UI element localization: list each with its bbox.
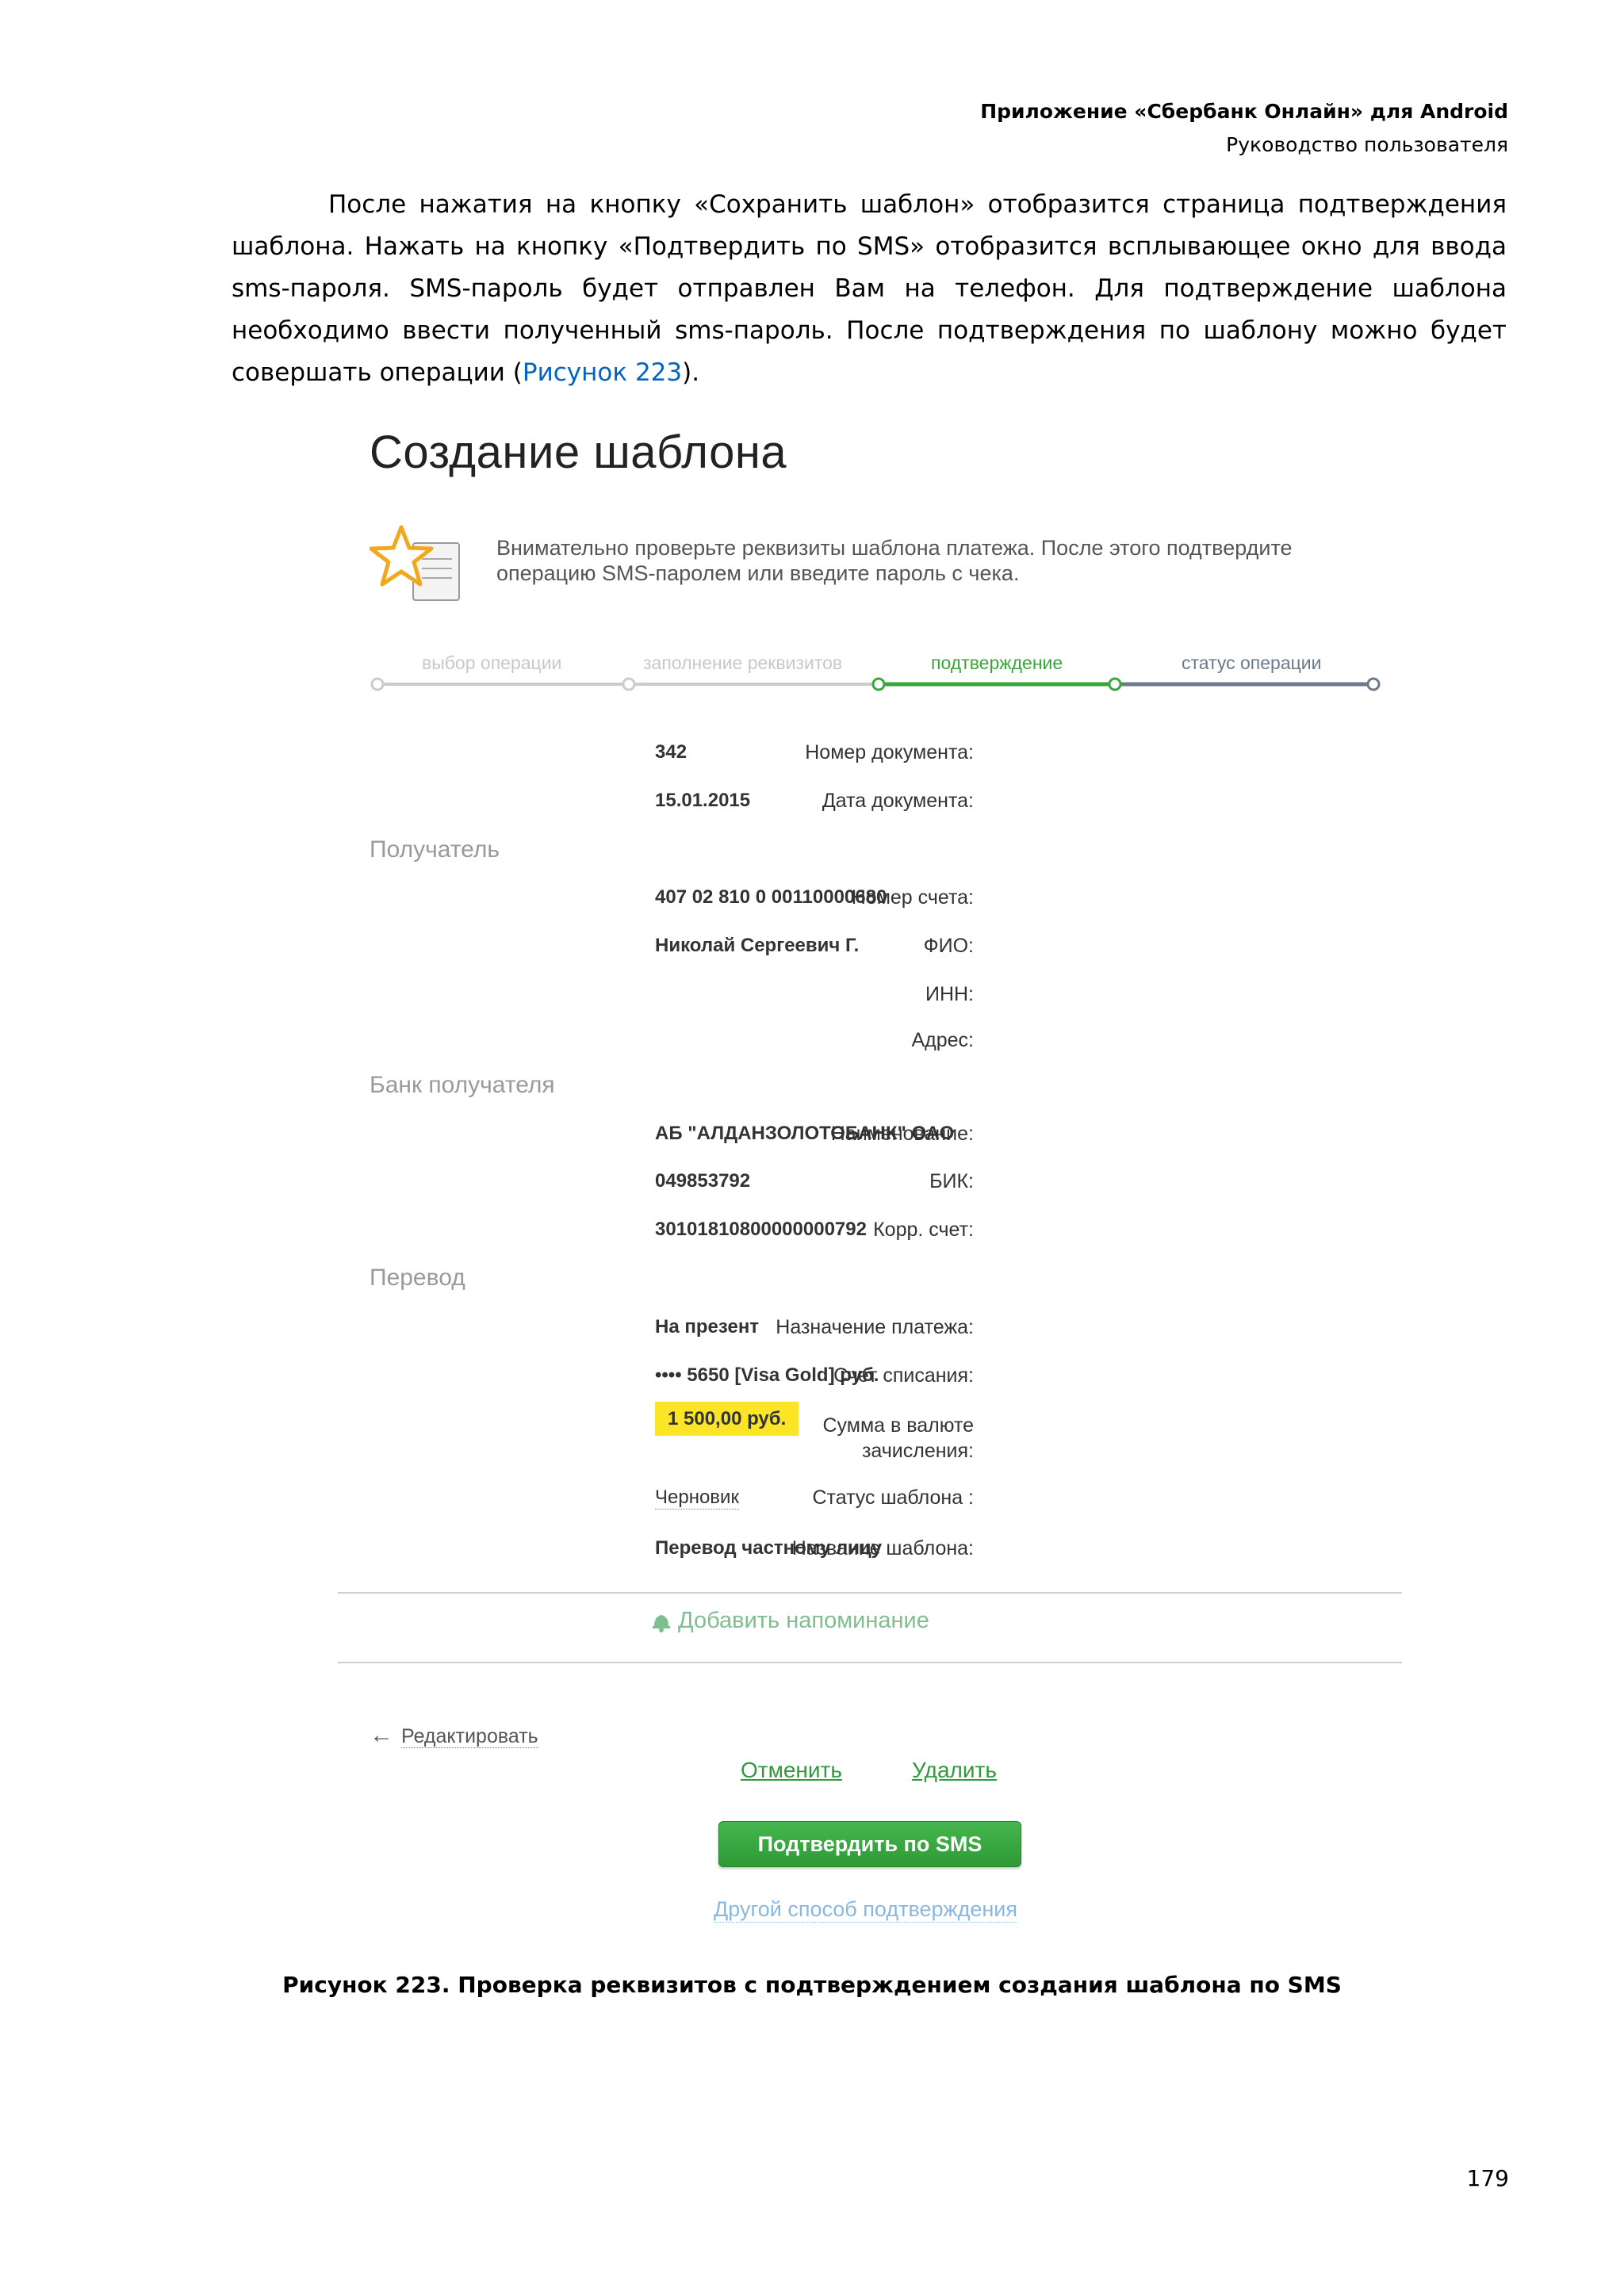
label-bik: БИК: (929, 1170, 974, 1192)
row-inn: ИНН: (338, 983, 1402, 1023)
row-template-status: Статус шаблона : Черновик (338, 1487, 1402, 1526)
step-operation-status: статус операции (1182, 652, 1322, 673)
label-document-number: Номер документа: (805, 741, 974, 763)
value-payment-purpose: На презент (655, 1316, 760, 1337)
notice-text: Внимательно проверьте реквизиты шаблона … (496, 536, 1293, 585)
row-debit-account: Счет списания: •••• 5650 [Visa Gold] руб… (338, 1364, 1402, 1404)
label-full-name: ФИО: (923, 935, 974, 957)
section-bank: Банк получателя (370, 1072, 555, 1098)
row-corr-account: Корр. счет: 30101810800000000792 (338, 1219, 1402, 1258)
value-template-status: Черновик (655, 1487, 739, 1510)
confirm-by-sms-button[interactable]: Подтвердить по SMS (718, 1821, 1021, 1867)
edit-link[interactable]: ← Редактировать (370, 1722, 538, 1749)
label-document-date: Дата документа: (822, 790, 974, 812)
value-bik: 049853792 (655, 1170, 751, 1192)
label-inn: ИНН: (925, 983, 974, 1005)
value-corr-account: 30101810800000000792 (655, 1219, 867, 1240)
bell-icon (653, 1615, 670, 1632)
value-bank-name: АБ "АЛДАНЗОЛОТОБАНК" ОАО (655, 1123, 955, 1144)
add-reminder-link[interactable]: Добавить напоминание (651, 1608, 929, 1634)
app-screenshot: Создание шаблона Внимательно проверьте р… (338, 408, 1402, 1934)
row-payment-purpose: Назначение платежа: На презент (338, 1316, 1402, 1356)
page-number: 179 (1466, 2165, 1509, 2191)
other-confirmation-method-link[interactable]: Другой способ подтверждения (714, 1897, 1017, 1923)
label-corr-account: Корр. счет: (873, 1219, 974, 1241)
document-header: Приложение «Сбербанк Онлайн» для Android… (980, 95, 1508, 162)
row-bik: БИК: 049853792 (338, 1170, 1402, 1210)
document-subtitle: Руководство пользователя (1226, 133, 1508, 156)
intro-paragraph: После нажатия на кнопку «Сохранить шабло… (232, 184, 1507, 394)
row-document-date: Дата документа: 15.01.2015 (338, 790, 1402, 829)
value-debit-account: •••• 5650 [Visa Gold] руб. (655, 1364, 879, 1386)
intro-text-end: ). (682, 358, 700, 387)
value-amount: 1 500,00 руб. (655, 1402, 799, 1436)
page-title: Создание шаблона (370, 427, 787, 478)
amount-highlight: 1 500,00 руб. (655, 1402, 799, 1436)
row-document-number: Номер документа: 342 (338, 741, 1402, 781)
section-recipient: Получатель (370, 836, 500, 863)
value-document-number: 342 (655, 741, 688, 763)
arrow-left-icon: ← (370, 1722, 393, 1748)
label-address: Адрес: (911, 1029, 974, 1051)
value-document-date: 15.01.2015 (655, 790, 751, 811)
document-title: Приложение «Сбербанк Онлайн» для Android (980, 100, 1508, 123)
delete-link[interactable]: Удалить (912, 1758, 997, 1783)
star-document-icon (370, 525, 460, 601)
row-amount: Сумма в валюте зачисления: 1 500,00 руб. (338, 1402, 1402, 1468)
divider-bottom (338, 1662, 1402, 1663)
value-account-number: 407 02 810 0 00110000680 (655, 886, 887, 908)
figure-reference-link[interactable]: Рисунок 223 (523, 358, 682, 387)
row-address: Адрес: (338, 1029, 1402, 1069)
intro-text: После нажатия на кнопку «Сохранить шабло… (232, 190, 1507, 387)
value-template-name: Перевод частному лицу (655, 1537, 883, 1559)
label-template-status: Статус шаблона : (812, 1487, 974, 1509)
step-fill-details: заполнение реквизитов (643, 652, 843, 673)
cancel-link[interactable]: Отменить (741, 1758, 842, 1783)
label-amount: Сумма в валюте зачисления: (822, 1414, 975, 1462)
figure-caption: Рисунок 223. Проверка реквизитов с подтв… (282, 1972, 1342, 1998)
row-full-name: ФИО: Николай Сергеевич Г. (338, 935, 1402, 974)
progress-steps: выбор операции заполнение реквизитов под… (338, 646, 1402, 710)
section-transfer: Перевод (370, 1265, 465, 1291)
label-payment-purpose: Назначение платежа: (776, 1316, 974, 1338)
step-confirmation: подтверждение (931, 652, 1063, 673)
row-account-number: Номер счета: 407 02 810 0 00110000680 (338, 886, 1402, 926)
row-bank-name: Наименование: АБ "АЛДАНЗОЛОТОБАНК" ОАО (338, 1123, 1402, 1162)
divider-top (338, 1592, 1402, 1594)
row-template-name: Название шаблона: Перевод частному лицу (338, 1537, 1402, 1577)
notice-block: Внимательно проверьте реквизиты шаблона … (370, 519, 1345, 622)
value-full-name: Николай Сергеевич Г. (655, 935, 860, 956)
step-choose-operation: выбор операции (422, 652, 562, 673)
